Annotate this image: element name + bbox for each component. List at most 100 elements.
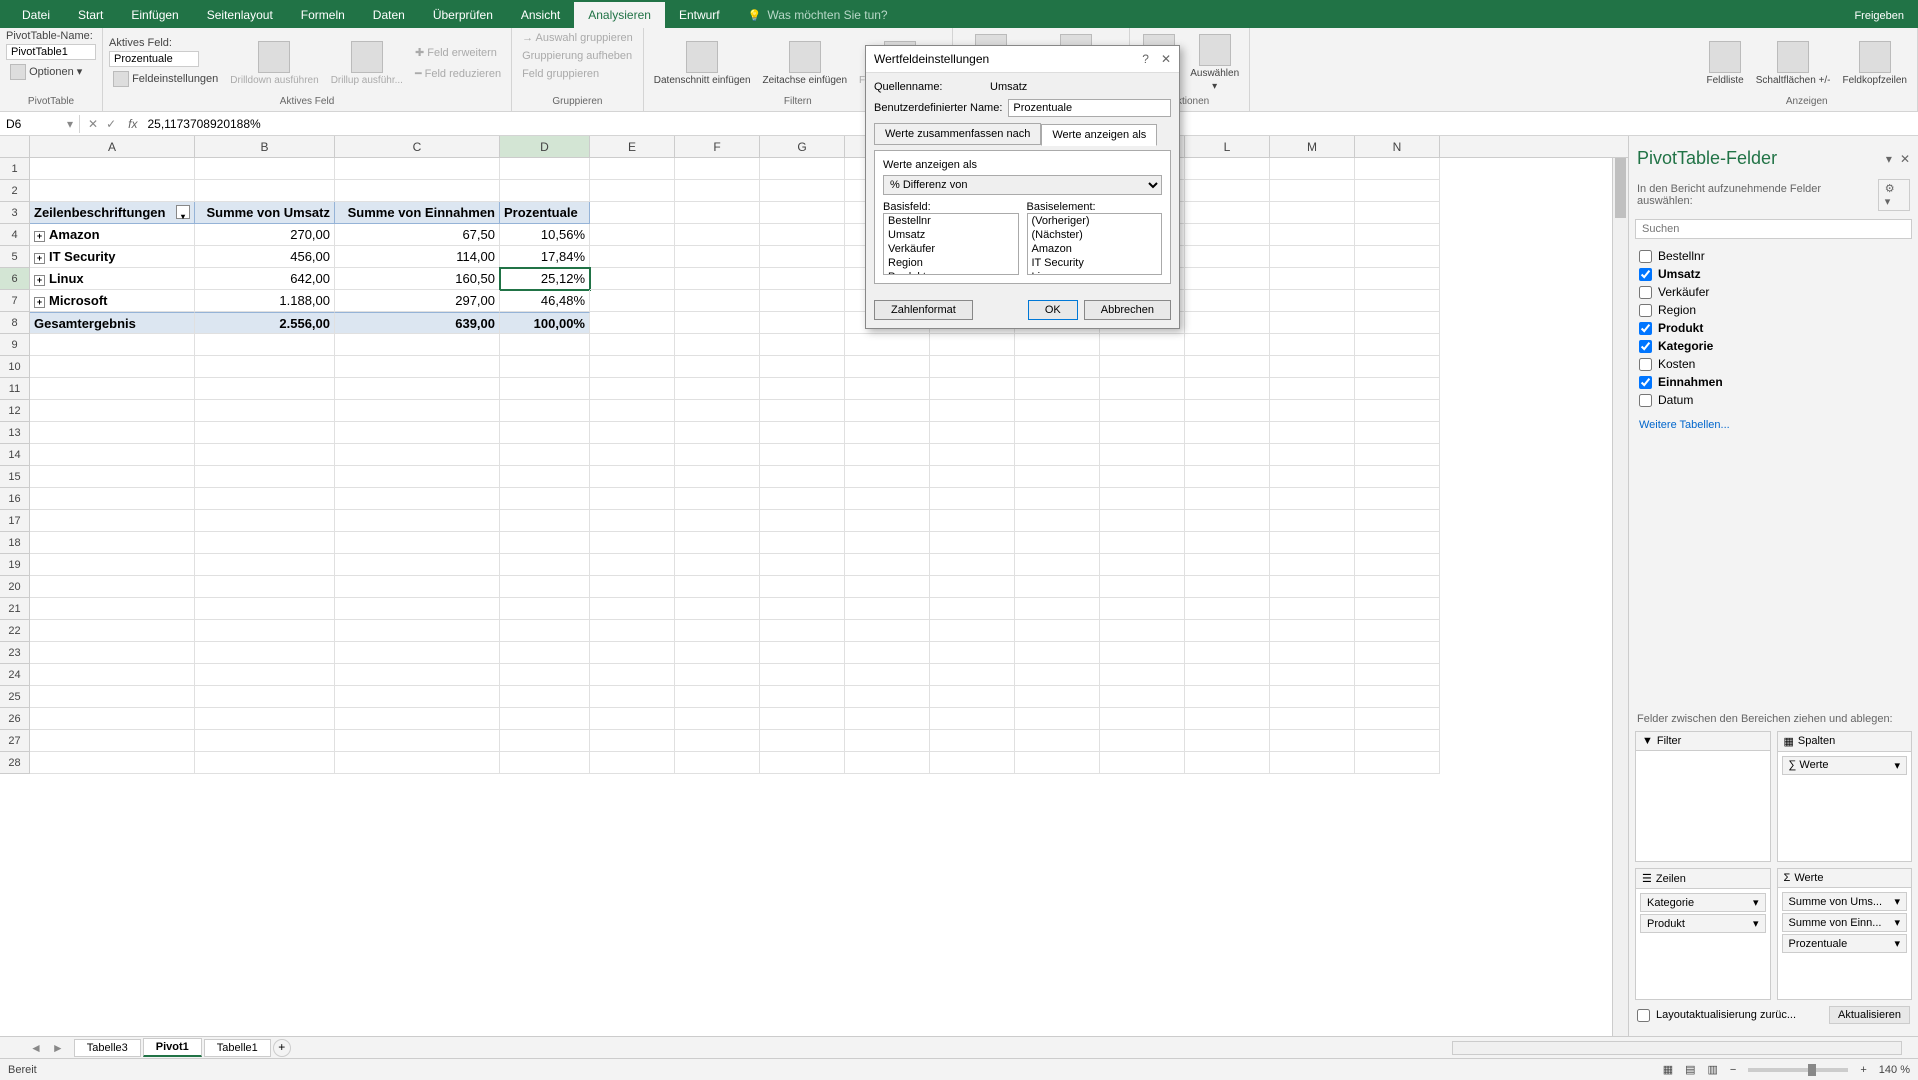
field-item[interactable]: Umsatz (1635, 265, 1912, 283)
cell[interactable]: 114,00 (335, 246, 500, 268)
field-checkbox[interactable] (1639, 340, 1652, 353)
cancel-formula-icon[interactable]: ✕ (88, 117, 98, 131)
sheet-nav-prev-icon[interactable]: ◄ (30, 1041, 42, 1055)
row-header-20[interactable]: 20 (0, 576, 30, 598)
cell[interactable]: 10,56% (500, 224, 590, 246)
listbox-item[interactable]: (Nächster) (1028, 228, 1162, 242)
cell[interactable]: 160,50 (335, 268, 500, 290)
field-checkbox[interactable] (1639, 322, 1652, 335)
field-headers-button[interactable]: Feldkopfzeilen (1839, 39, 1911, 88)
name-box[interactable]: D6▾ (0, 115, 80, 133)
field-item[interactable]: Kosten (1635, 355, 1912, 373)
col-header-N[interactable]: N (1355, 136, 1440, 157)
row-header-25[interactable]: 25 (0, 686, 30, 708)
tab-daten[interactable]: Daten (359, 2, 419, 28)
row-header-19[interactable]: 19 (0, 554, 30, 576)
tab-start[interactable]: Start (64, 2, 117, 28)
row-header-10[interactable]: 10 (0, 356, 30, 378)
col-header-M[interactable]: M (1270, 136, 1355, 157)
row-header-1[interactable]: 1 (0, 158, 30, 180)
pivot-row-label-header[interactable]: Zeilenbeschriftungen▾ (30, 202, 195, 224)
insert-slicer-button[interactable]: Datenschnitt einfügen (650, 39, 755, 88)
expand-icon[interactable]: + (34, 275, 45, 286)
expand-icon[interactable]: + (34, 297, 45, 308)
show-as-select[interactable]: % Differenz von (883, 175, 1162, 195)
listbox-item[interactable]: Linux (1028, 270, 1162, 275)
insert-timeline-button[interactable]: Zeitachse einfügen (759, 39, 852, 88)
field-checkbox[interactable] (1639, 304, 1652, 317)
col-header-B[interactable]: B (195, 136, 335, 157)
listbox-item[interactable]: Region (884, 256, 1018, 270)
dialog-close-icon[interactable]: ✕ (1161, 52, 1171, 66)
drag-pill[interactable]: ∑ Werte ▾ (1782, 756, 1908, 775)
fieldlist-button[interactable]: Feldliste (1703, 39, 1748, 88)
drag-pill[interactable]: Summe von Einn... ▾ (1782, 913, 1908, 932)
col-header-F[interactable]: F (675, 136, 760, 157)
listbox-item[interactable]: Verkäufer (884, 242, 1018, 256)
col-header-G[interactable]: G (760, 136, 845, 157)
field-pane-close-icon[interactable]: ✕ (1900, 152, 1910, 166)
update-button[interactable]: Aktualisieren (1829, 1006, 1910, 1024)
columns-drop-area[interactable]: ▦Spalten ∑ Werte ▾ (1777, 731, 1913, 863)
listbox-item[interactable]: Umsatz (884, 228, 1018, 242)
field-item[interactable]: Region (1635, 301, 1912, 319)
cell[interactable]: 46,48% (500, 290, 590, 312)
field-pane-dropdown-icon[interactable]: ▾ (1886, 152, 1892, 166)
tab-entwurf[interactable]: Entwurf (665, 2, 734, 28)
confirm-formula-icon[interactable]: ✓ (106, 117, 116, 131)
cell[interactable]: 17,84% (500, 246, 590, 268)
field-checkbox[interactable] (1639, 250, 1652, 263)
field-item[interactable]: Kategorie (1635, 337, 1912, 355)
cell[interactable]: 642,00 (195, 268, 335, 290)
row-header-4[interactable]: 4 (0, 224, 30, 246)
sheet-tab-pivot1[interactable]: Pivot1 (143, 1038, 202, 1057)
row-header-18[interactable]: 18 (0, 532, 30, 554)
col-header-D[interactable]: D (500, 136, 590, 157)
field-checkbox[interactable] (1639, 376, 1652, 389)
zoom-out-icon[interactable]: − (1730, 1064, 1736, 1076)
row-header-12[interactable]: 12 (0, 400, 30, 422)
horizontal-scrollbar[interactable] (1452, 1041, 1902, 1055)
basefield-listbox[interactable]: BestellnrUmsatzVerkäuferRegionProduktKat… (883, 213, 1019, 275)
zoom-slider[interactable] (1748, 1068, 1848, 1072)
row-header-17[interactable]: 17 (0, 510, 30, 532)
row-header-16[interactable]: 16 (0, 488, 30, 510)
cell[interactable]: 297,00 (335, 290, 500, 312)
dialog-tab-show-as[interactable]: Werte anzeigen als (1041, 124, 1157, 146)
row-header-6[interactable]: 6 (0, 268, 30, 290)
col-header-A[interactable]: A (30, 136, 195, 157)
select-all-corner[interactable] (0, 136, 30, 157)
select-button[interactable]: Auswählen ▾ (1186, 32, 1243, 94)
spreadsheet-grid[interactable]: A B C D E F G H I J K L M N 123Zeilenbes… (0, 136, 1628, 1036)
view-normal-icon[interactable]: ▦ (1663, 1063, 1673, 1076)
fx-icon[interactable]: fx (124, 117, 141, 131)
sheet-nav-next-icon[interactable]: ► (52, 1041, 64, 1055)
row-header-2[interactable]: 2 (0, 180, 30, 202)
listbox-item[interactable]: Amazon (1028, 242, 1162, 256)
field-item[interactable]: Einnahmen (1635, 373, 1912, 391)
filter-dropdown-icon[interactable]: ▾ (176, 205, 190, 219)
drag-pill[interactable]: Kategorie ▾ (1640, 893, 1766, 912)
ok-button[interactable]: OK (1028, 300, 1078, 320)
zoom-in-icon[interactable]: + (1860, 1064, 1866, 1076)
more-tables-link[interactable]: Weitere Tabellen... (1635, 413, 1912, 437)
values-drop-area[interactable]: ΣWerte Summe von Ums... ▾Summe von Einn.… (1777, 868, 1913, 1000)
pivot-row-label[interactable]: +IT Security (30, 246, 195, 268)
expand-icon[interactable]: + (34, 253, 45, 264)
row-header-27[interactable]: 27 (0, 730, 30, 752)
row-header-28[interactable]: 28 (0, 752, 30, 774)
drag-pill[interactable]: Summe von Ums... ▾ (1782, 892, 1908, 911)
field-item[interactable]: Bestellnr (1635, 247, 1912, 265)
field-item[interactable]: Produkt (1635, 319, 1912, 337)
field-settings-button[interactable]: Feldeinstellungen (109, 69, 222, 89)
rows-drop-area[interactable]: ☰Zeilen Kategorie ▾Produkt ▾ (1635, 868, 1771, 1000)
row-header-23[interactable]: 23 (0, 642, 30, 664)
number-format-button[interactable]: Zahlenformat (874, 300, 973, 320)
field-checkbox[interactable] (1639, 268, 1652, 281)
drag-pill[interactable]: Prozentuale ▾ (1782, 934, 1908, 953)
dialog-help-icon[interactable]: ? (1142, 52, 1149, 66)
listbox-item[interactable]: Produkt (884, 270, 1018, 275)
row-header-15[interactable]: 15 (0, 466, 30, 488)
row-header-5[interactable]: 5 (0, 246, 30, 268)
row-header-3[interactable]: 3 (0, 202, 30, 224)
